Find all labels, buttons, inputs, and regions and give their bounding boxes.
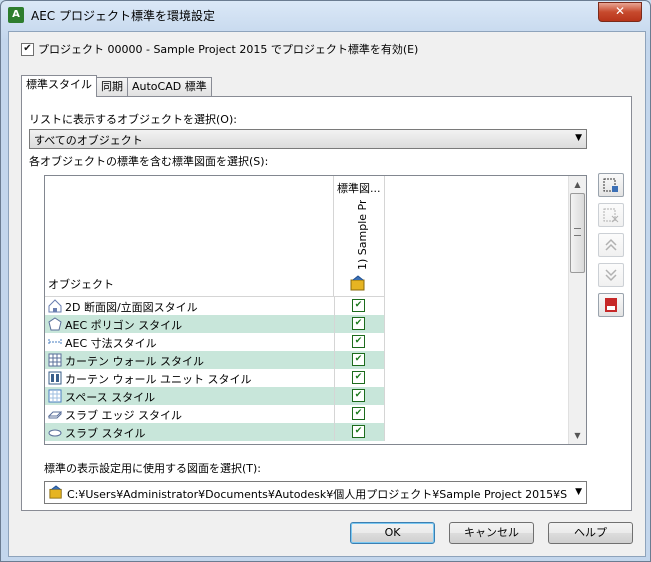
add-drawing-icon [603,178,618,192]
display-drawing-label: 標準の表示設定用に使用する図面を選択(T): [44,462,262,475]
row-checkbox[interactable]: ✔ [352,353,365,366]
column-divider [334,387,335,405]
table-row[interactable]: AEC 寸法スタイル ✔ [45,333,385,351]
add-drawing-button[interactable] [598,173,624,197]
column-divider [384,369,385,387]
row-checkbox[interactable]: ✔ [352,407,365,420]
ok-button[interactable]: OK [350,522,435,544]
table-row[interactable]: スラブ スタイル ✔ [45,423,385,441]
tab-autocad-standards[interactable]: AutoCAD 標準 [127,77,212,96]
dialog-client: ✔ プロジェクト 00000 - Sample Project 2015 でプロ… [8,31,646,557]
table-row[interactable]: スラブ エッジ スタイル ✔ [45,405,385,423]
object-select-label: リストに表示するオブジェクトを選択(O): [29,113,237,126]
remove-drawing-button[interactable] [598,203,624,227]
drawing-file-icon [49,485,62,499]
column-divider [334,369,335,387]
drawing-file-icon [350,275,365,291]
table-row[interactable]: スペース スタイル ✔ [45,387,385,405]
column-divider [334,405,335,423]
column-divider [384,351,385,369]
window-title: AEC プロジェクト標準を環境設定 [31,9,215,23]
row-checkbox[interactable]: ✔ [352,317,365,330]
report-icon [605,298,617,312]
house-section-icon [48,299,62,313]
move-up-button[interactable] [598,233,624,257]
standards-grid: オブジェクト 標準図... 1) Sample Pr... 2D 断面図/立面図… [44,175,587,445]
grid-vertical-scrollbar[interactable]: ▲ ▼ [568,176,586,444]
chevron-down-icon: ▼ [575,133,582,143]
table-row[interactable]: カーテン ウォール ユニット スタイル ✔ [45,369,385,387]
space-icon [48,389,62,403]
row-name: AEC 寸法スタイル [65,337,157,350]
enable-standards-row[interactable]: ✔ プロジェクト 00000 - Sample Project 2015 でプロ… [21,41,418,57]
title-bar: A AEC プロジェクト標準を環境設定 ✕ [1,1,650,29]
curtain-wall-unit-icon [48,371,62,385]
column-divider [334,297,335,315]
app-icon: A [8,7,24,23]
table-row[interactable]: AEC ポリゴン スタイル ✔ [45,315,385,333]
row-checkbox[interactable]: ✔ [352,299,365,312]
tab-strip: 標準スタイル 同期 AutoCAD 標準 [21,75,212,97]
row-name: スペース スタイル [65,391,156,404]
row-name: カーテン ウォール ユニット スタイル [65,373,252,386]
column-divider [384,387,385,405]
polygon-icon [48,317,62,331]
column-header-object-label: オブジェクト [48,278,114,291]
enable-standards-label: プロジェクト 00000 - Sample Project 2015 でプロジェ… [38,43,419,56]
column-divider [384,405,385,423]
tab-synchronization[interactable]: 同期 [96,77,128,96]
display-drawing-path: C:¥Users¥Administrator¥Documents¥Autodes… [67,488,567,501]
cancel-button[interactable]: キャンセル [449,522,534,544]
column-header-object[interactable]: オブジェクト [45,176,334,297]
help-button[interactable]: ヘルプ [548,522,633,544]
object-select-value: すべてのオブジェクト [34,134,143,147]
object-select[interactable]: すべてのオブジェクト ▼ [29,129,587,149]
column-divider [334,333,335,351]
column-divider [384,315,385,333]
column-header-standard-label: 標準図... [337,182,381,195]
standards-grid-label: 各オブジェクトの標準を含む標準図面を選択(S): [29,155,269,168]
column-divider [334,315,335,333]
column-divider [334,423,335,441]
scroll-up-icon[interactable]: ▲ [569,176,586,193]
row-checkbox[interactable]: ✔ [352,425,365,438]
row-checkbox[interactable]: ✔ [352,371,365,384]
row-name: スラブ スタイル [65,427,146,440]
row-checkbox[interactable]: ✔ [352,389,365,402]
column-divider [384,333,385,351]
column-divider [384,423,385,441]
column-divider [384,297,385,315]
curtain-wall-icon [48,353,62,367]
dimension-icon [48,339,62,345]
tab-standard-styles[interactable]: 標準スタイル [21,75,97,97]
row-name: 2D 断面図/立面図スタイル [65,301,198,314]
double-chevron-up-icon [605,238,617,251]
close-button[interactable]: ✕ [598,2,642,22]
row-checkbox[interactable]: ✔ [352,335,365,348]
table-row[interactable]: 2D 断面図/立面図スタイル ✔ [45,297,385,315]
row-name: スラブ エッジ スタイル [65,409,182,422]
column-header-standard[interactable]: 標準図... 1) Sample Pr... [334,176,385,297]
report-button[interactable] [598,293,624,317]
dialog-window: A AEC プロジェクト標準を環境設定 ✕ ✔ プロジェクト 00000 - S… [0,0,651,562]
chevron-down-icon: ▼ [575,487,582,497]
table-row[interactable]: カーテン ウォール スタイル ✔ [45,351,385,369]
grip-icon [574,228,581,236]
scroll-down-icon[interactable]: ▼ [569,427,586,444]
remove-drawing-icon [603,208,619,223]
column-divider [334,351,335,369]
display-drawing-select[interactable]: C:¥Users¥Administrator¥Documents¥Autodes… [44,481,587,504]
double-chevron-down-icon [605,269,617,282]
row-name: AEC ポリゴン スタイル [65,319,183,332]
column-header-standard-file: 1) Sample Pr... [356,200,369,270]
row-name: カーテン ウォール スタイル [65,355,204,368]
enable-standards-checkbox[interactable]: ✔ [21,42,34,56]
slab-icon [48,429,62,437]
scrollbar-thumb[interactable] [570,193,585,273]
slab-edge-icon [48,411,62,419]
move-down-button[interactable] [598,263,624,287]
